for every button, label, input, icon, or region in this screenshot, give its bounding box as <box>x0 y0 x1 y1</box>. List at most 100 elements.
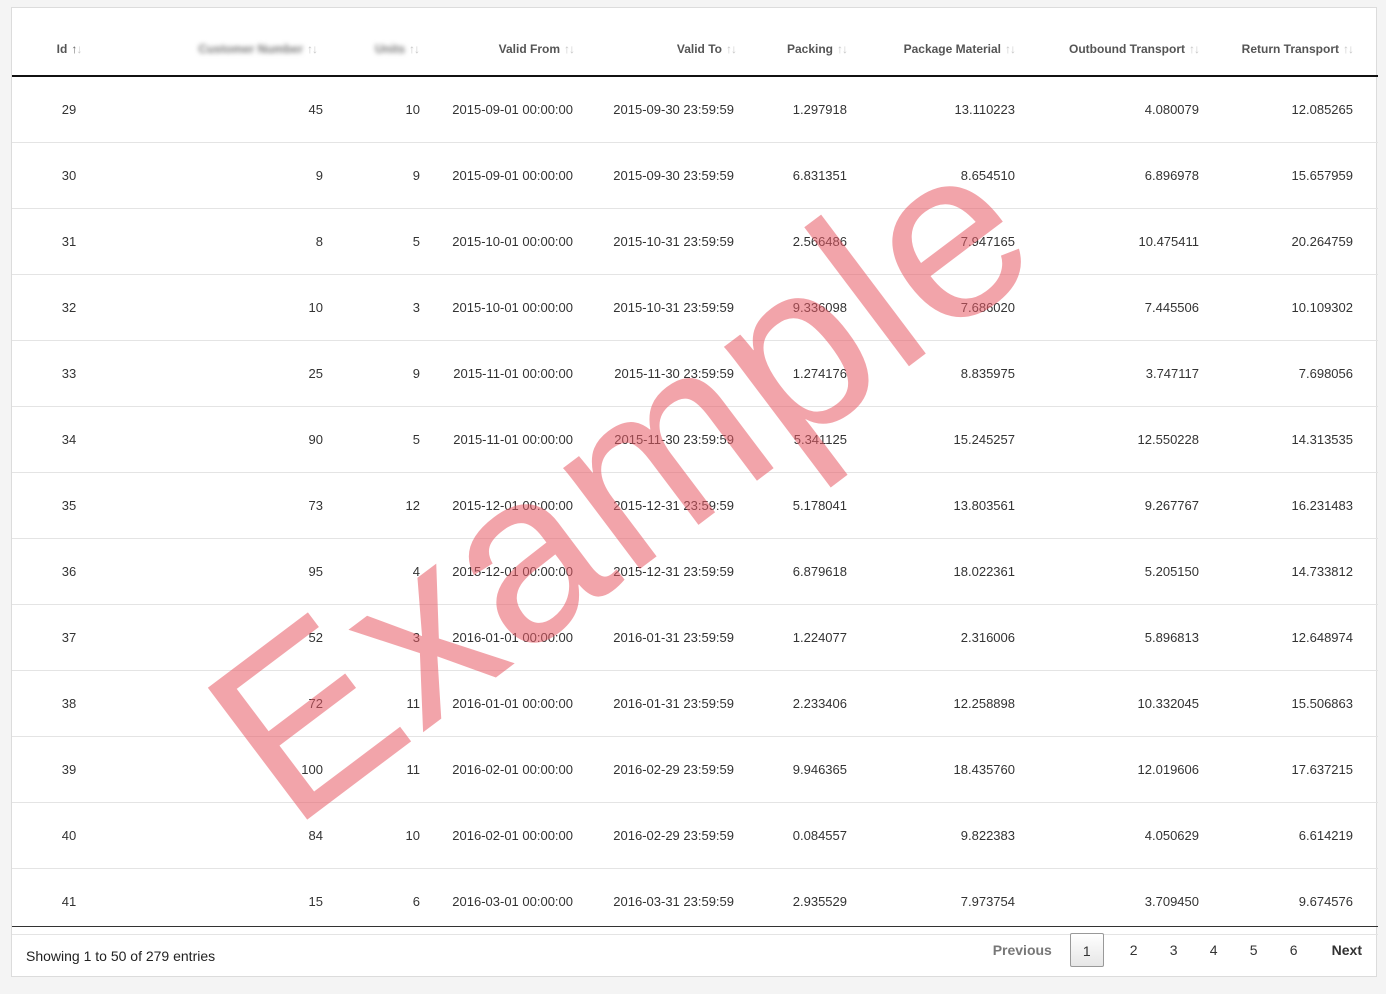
column-header-2[interactable]: Units ↑↓ <box>337 8 435 77</box>
sort-icon[interactable]: ↑↓ <box>71 42 82 56</box>
table-cell: 2015-12-01 00:00:00 <box>435 472 596 539</box>
table-cell: 4.050629 <box>1035 802 1223 869</box>
table-cell: 12.648974 <box>1223 604 1378 671</box>
table-row[interactable]: 35 73 12 2015-12-01 00:00:00 2015-12-31 23:5… <box>12 472 1378 539</box>
column-header-4[interactable]: Valid To ↑↓ <box>596 8 758 77</box>
page-button-6[interactable]: 6 <box>1274 933 1314 967</box>
column-header-5[interactable]: Packing ↑↓ <box>758 8 867 77</box>
table-cell: 17.637215 <box>1223 736 1378 803</box>
table-cell: 2016-01-01 00:00:00 <box>435 670 596 737</box>
page-button-5[interactable]: 5 <box>1234 933 1274 967</box>
table-cell: 2015-10-31 23:59:59 <box>596 274 758 341</box>
table-cell: 84 <box>126 802 337 869</box>
table-row[interactable]: 32 10 3 2015-10-01 00:00:00 2015-10-31 23:59… <box>12 274 1378 341</box>
table-cell: 2.566486 <box>758 208 867 275</box>
table-row[interactable]: 37 52 3 2016-01-01 00:00:00 2016-01-31 23:59… <box>12 604 1378 671</box>
page-button-1[interactable]: 1 <box>1069 933 1104 967</box>
table-cell: 2016-01-31 23:59:59 <box>596 670 758 737</box>
table-cell: 38 <box>12 670 126 737</box>
data-table-panel: Id ↑↓ Customer Number ↑↓ Units ↑↓ Valid From ↑↓… <box>11 7 1378 977</box>
entries-info: Showing 1 to 50 of 279 entries <box>26 948 216 964</box>
table-cell: 2016-01-01 00:00:00 <box>435 604 596 671</box>
column-header-6[interactable]: Package Material ↑↓ <box>867 8 1035 77</box>
column-label: Valid To <box>676 41 722 56</box>
table-cell: 10 <box>126 274 337 341</box>
table-cell: 2015-11-30 23:59:59 <box>596 340 758 407</box>
table-row[interactable]: 41 15 6 2016-03-01 00:00:00 2016-03-31 23:59… <box>12 868 1378 935</box>
table-cell: 15.506863 <box>1223 670 1378 737</box>
next-button[interactable]: Next <box>1314 933 1362 967</box>
table-cell: 33 <box>12 340 126 407</box>
table-cell: 40 <box>12 802 126 869</box>
table-cell: 15.245257 <box>867 406 1035 473</box>
sort-icon[interactable]: ↑↓ <box>564 42 575 56</box>
table-row[interactable]: 39 100 11 2016-02-01 00:00:00 2016-02-29 23:… <box>12 736 1378 803</box>
table-cell: 2015-12-31 23:59:59 <box>596 472 758 539</box>
table-cell: 6 <box>337 868 435 935</box>
table-row[interactable]: 34 90 5 2015-11-01 00:00:00 2015-11-30 23:59… <box>12 406 1378 473</box>
data-table: Id ↑↓ Customer Number ↑↓ Units ↑↓ Valid From ↑↓… <box>12 8 1378 935</box>
page-button-4[interactable]: 4 <box>1194 933 1234 967</box>
page-button-3[interactable]: 3 <box>1154 933 1194 967</box>
table-cell: 5.341125 <box>758 406 867 473</box>
column-label: Return Transport <box>1241 41 1339 56</box>
table-cell: 2015-09-01 00:00:00 <box>435 142 596 209</box>
column-label: Customer Number <box>198 41 303 56</box>
table-cell: 25 <box>126 340 337 407</box>
sort-icon[interactable]: ↑↓ <box>1189 42 1200 56</box>
column-header-1[interactable]: Customer Number ↑↓ <box>126 8 337 77</box>
column-label: Id <box>56 41 68 56</box>
table-cell: 14.313535 <box>1223 406 1378 473</box>
table-cell: 32 <box>12 274 126 341</box>
column-header-3[interactable]: Valid From ↑↓ <box>435 8 596 77</box>
table-cell: 13.110223 <box>867 76 1035 143</box>
table-cell: 18.022361 <box>867 538 1035 605</box>
table-header: Id ↑↓ Customer Number ↑↓ Units ↑↓ Valid From ↑↓… <box>12 8 1378 77</box>
sort-icon[interactable]: ↑↓ <box>307 42 318 56</box>
table-cell: 9.267767 <box>1035 472 1223 539</box>
table-cell: 6.831351 <box>758 142 867 209</box>
table-cell: 14.733812 <box>1223 538 1378 605</box>
table-row[interactable]: 40 84 10 2016-02-01 00:00:00 2016-02-29 23:5… <box>12 802 1378 869</box>
table-cell: 10 <box>337 76 435 143</box>
table-cell: 5.896813 <box>1035 604 1223 671</box>
sort-icon[interactable]: ↑↓ <box>837 42 848 56</box>
table-row[interactable]: 31 8 5 2015-10-01 00:00:00 2015-10-31 23:59:… <box>12 208 1378 275</box>
table-row[interactable]: 33 25 9 2015-11-01 00:00:00 2015-11-30 23:59… <box>12 340 1378 407</box>
table-cell: 34 <box>12 406 126 473</box>
table-cell: 7.973754 <box>867 868 1035 935</box>
table-cell: 2015-09-30 23:59:59 <box>596 142 758 209</box>
table-cell: 2.935529 <box>758 868 867 935</box>
sort-icon[interactable]: ↑↓ <box>1005 42 1016 56</box>
sort-icon[interactable]: ↑↓ <box>1343 42 1354 56</box>
table-cell: 3.709450 <box>1035 868 1223 935</box>
table-cell: 95 <box>126 538 337 605</box>
table-row[interactable]: 36 95 4 2015-12-01 00:00:00 2015-12-31 23:59… <box>12 538 1378 605</box>
column-header-0[interactable]: Id ↑↓ <box>12 8 126 77</box>
table-cell: 11 <box>337 670 435 737</box>
column-header-8[interactable]: Return Transport ↑↓ <box>1223 8 1378 77</box>
sort-icon[interactable]: ↑↓ <box>726 42 737 56</box>
previous-button[interactable]: Previous <box>975 933 1070 967</box>
table-cell: 1.297918 <box>758 76 867 143</box>
column-header-7[interactable]: Outbound Transport ↑↓ <box>1035 8 1223 77</box>
table-cell: 7.947165 <box>867 208 1035 275</box>
table-body: 29 45 10 2015-09-01 00:00:00 2015-09-30 23:5… <box>12 76 1378 935</box>
table-cell: 18.435760 <box>867 736 1035 803</box>
table-cell: 15.657959 <box>1223 142 1378 209</box>
table-cell: 52 <box>126 604 337 671</box>
table-cell: 72 <box>126 670 337 737</box>
table-row[interactable]: 38 72 11 2016-01-01 00:00:00 2016-01-31 23:5… <box>12 670 1378 737</box>
table-cell: 3 <box>337 604 435 671</box>
table-cell: 8.835975 <box>867 340 1035 407</box>
table-row[interactable]: 29 45 10 2015-09-01 00:00:00 2015-09-30 23:5… <box>12 76 1378 143</box>
table-cell: 2015-09-30 23:59:59 <box>596 76 758 143</box>
page-button-2[interactable]: 2 <box>1114 933 1154 967</box>
table-row[interactable]: 30 9 9 2015-09-01 00:00:00 2015-09-30 23:59:… <box>12 142 1378 209</box>
sort-icon[interactable]: ↑↓ <box>409 42 420 56</box>
table-cell: 2016-03-31 23:59:59 <box>596 868 758 935</box>
footer-divider <box>12 926 1378 927</box>
table-cell: 29 <box>12 76 126 143</box>
table-cell: 5 <box>337 208 435 275</box>
table-cell: 90 <box>126 406 337 473</box>
